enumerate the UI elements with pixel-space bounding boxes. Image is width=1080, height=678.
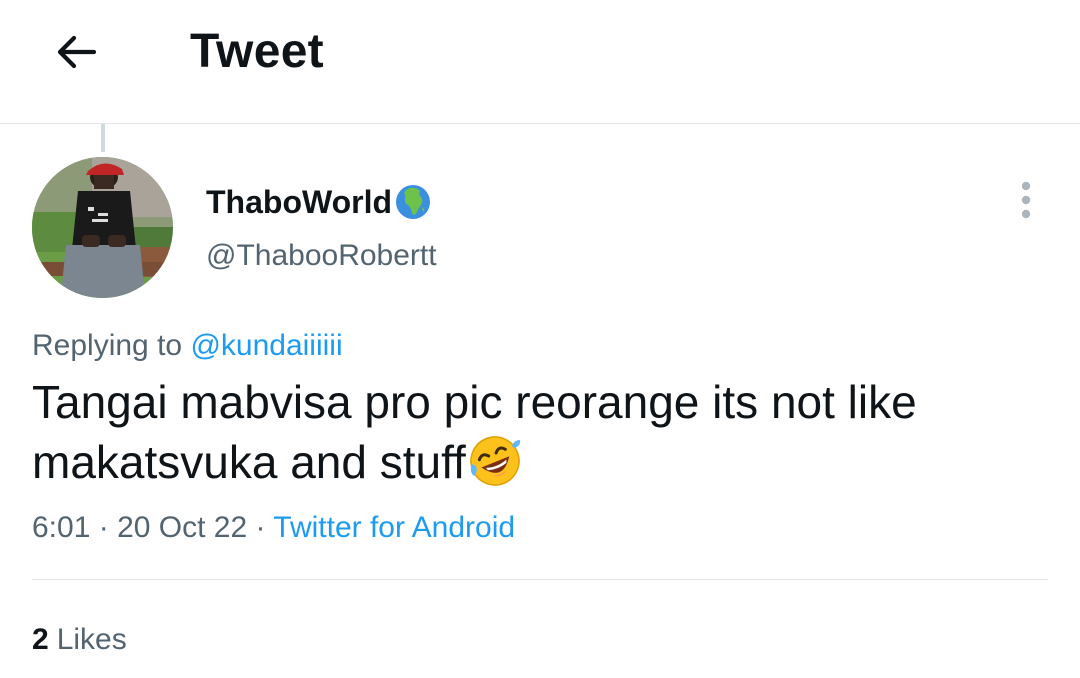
display-name-text: ThaboWorld — [206, 184, 393, 220]
likes-label: Likes — [56, 623, 127, 656]
replying-prefix: Replying to — [32, 329, 183, 362]
tweet-source-link[interactable]: Twitter for Android — [273, 511, 515, 544]
divider — [32, 579, 1048, 580]
replying-to: Replying to @kundaiiiiii — [32, 326, 343, 366]
top-app-bar: Tweet — [0, 0, 1080, 124]
more-options-button[interactable] — [1006, 178, 1046, 222]
tweet-date: 20 Oct 22 — [117, 511, 248, 544]
avatar-photo — [32, 157, 173, 298]
author-handle[interactable]: @ThabooRobertt — [206, 236, 437, 276]
tweet-text: Tangai mabvisa pro pic reorange its not … — [32, 372, 1042, 492]
vertical-ellipsis-icon — [1021, 181, 1031, 219]
author-display-name[interactable]: ThaboWorld — [206, 182, 432, 222]
likes-count: 2 — [32, 623, 49, 656]
thread-connector-line — [101, 124, 105, 152]
meta-separator: · — [98, 511, 109, 544]
meta-separator: · — [255, 511, 266, 544]
page-title: Tweet — [190, 25, 324, 78]
rolling-on-floor-laughing-icon — [470, 436, 520, 486]
globe-africa-icon — [396, 185, 431, 219]
tweet-time: 6:01 — [32, 511, 91, 544]
back-button[interactable] — [48, 24, 104, 80]
likes-stat[interactable]: 2 Likes — [32, 620, 127, 660]
reply-mention-link[interactable]: @kundaiiiiii — [190, 329, 342, 362]
tweet-meta: 6:01 · 20 Oct 22 · Twitter for Android — [32, 508, 515, 548]
arrow-left-icon — [57, 35, 97, 69]
avatar[interactable] — [32, 157, 173, 298]
